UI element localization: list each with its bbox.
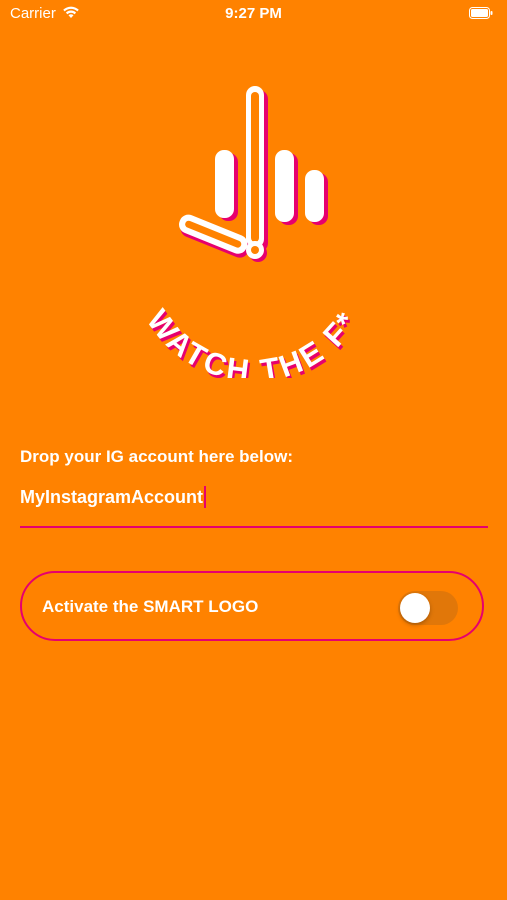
instagram-account-input[interactable]: MyInstagramAccount — [20, 482, 488, 528]
toggle-knob[interactable] — [400, 593, 430, 623]
watch-the-f-logo: WATCH THE F* WATCH THE F* — [140, 86, 366, 378]
text-caret — [204, 486, 207, 508]
smart-logo-toggle[interactable] — [398, 591, 458, 625]
instagram-account-value[interactable]: MyInstagramAccount — [20, 487, 203, 507]
battery-icon — [469, 7, 493, 19]
account-prompt-label: Drop your IG account here below: — [20, 447, 293, 466]
svg-text:WATCH THE F*: WATCH THE F* — [140, 303, 366, 378]
logo-text: WATCH THE F* — [140, 303, 363, 378]
clock: 9:27 PM — [225, 5, 282, 22]
smart-logo-row: Activate the SMART LOGO — [20, 571, 484, 641]
smart-logo-label: Activate the SMART LOGO — [42, 597, 259, 616]
status-bar: Carrier 9:27 PM — [0, 0, 507, 28]
